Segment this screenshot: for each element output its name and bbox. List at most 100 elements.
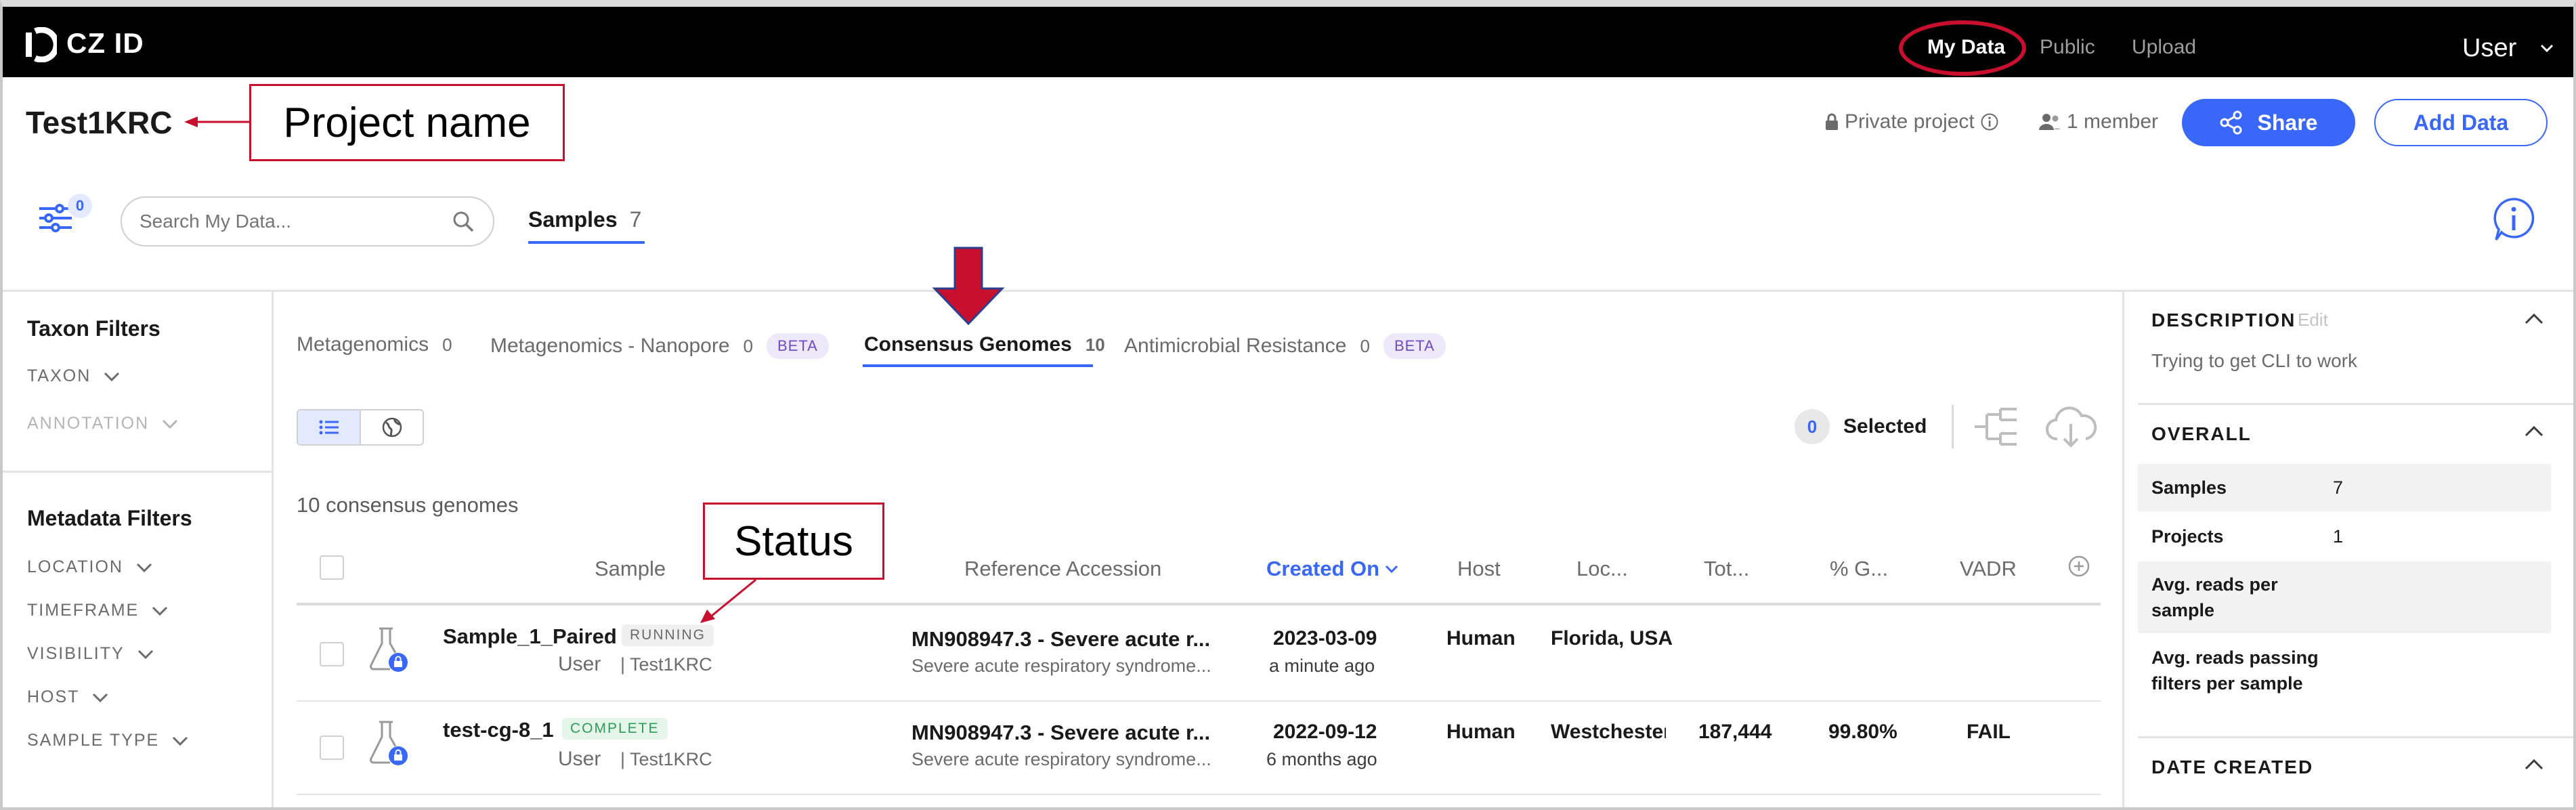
tab-consensus-genomes[interactable]: Consensus Genomes 10	[864, 333, 1105, 356]
privacy-indicator[interactable]: Private project	[1824, 110, 1999, 133]
chevron-up-icon[interactable]	[2524, 425, 2544, 438]
filter-visibility[interactable]: VISIBILITY	[27, 644, 154, 664]
host-value: Human	[1446, 721, 1516, 743]
chevron-down-icon[interactable]	[2539, 41, 2554, 56]
date-created-heading[interactable]: DATE CREATED	[2151, 756, 2313, 778]
column-header-total-reads[interactable]: Tot...	[1704, 557, 1749, 581]
view-toggle[interactable]	[297, 409, 424, 446]
description-heading[interactable]: DESCRIPTION	[2151, 310, 2296, 331]
sample-project: | Test1KRC	[620, 654, 712, 675]
members-indicator[interactable]: 1 member	[2038, 110, 2158, 133]
sample-name[interactable]: test-cg-8_1	[443, 718, 554, 742]
flask-lock-icon	[369, 627, 408, 672]
cloud-download-icon[interactable]	[2044, 404, 2098, 450]
column-header-location[interactable]: Loc...	[1576, 557, 1628, 581]
reference-description: Severe acute respiratory syndrome...	[911, 656, 1211, 676]
add-column-icon[interactable]	[2067, 554, 2091, 578]
top-nav: CZ ID My Data Public Upload User	[0, 7, 2576, 77]
map-view-button[interactable]	[361, 410, 423, 444]
stat-row-samples: Samples 7	[2138, 464, 2551, 511]
tab-samples[interactable]: Samples 7	[528, 207, 641, 232]
tab-amr-count: 0	[1360, 335, 1370, 356]
tab-antimicrobial-resistance[interactable]: Antimicrobial Resistance 0 BETA	[1124, 333, 1446, 359]
metadata-filters-heading: Metadata Filters	[27, 506, 192, 530]
sidebar-divider	[0, 471, 274, 473]
phylogenetic-tree-icon[interactable]	[1972, 405, 2021, 448]
stat-label: Projects	[2151, 526, 2224, 547]
chevron-down-icon	[136, 563, 152, 572]
czid-logo-icon[interactable]	[24, 27, 57, 62]
tab-samples-count: 7	[629, 207, 642, 232]
sample-name[interactable]: Sample_1_Paired	[443, 624, 617, 649]
add-data-button[interactable]: Add Data	[2374, 99, 2548, 146]
active-workflow-indicator	[863, 364, 1093, 367]
row-divider	[297, 700, 2101, 702]
location-value: Westchester	[1551, 721, 1666, 743]
stat-label: Avg. reads passing filters per sample	[2151, 647, 2319, 694]
stat-label: Samples	[2151, 477, 2227, 498]
select-all-checkbox[interactable]	[320, 555, 344, 580]
filter-timeframe-label: TIMEFRAME	[27, 601, 139, 620]
row-checkbox[interactable]	[320, 736, 344, 760]
status-badge: RUNNING	[622, 624, 714, 646]
search-field[interactable]	[121, 196, 494, 247]
chevron-down-icon	[104, 372, 120, 381]
column-header-host[interactable]: Host	[1457, 557, 1501, 581]
search-input[interactable]	[139, 211, 451, 232]
column-header-reference[interactable]: Reference Accession	[964, 557, 1161, 581]
list-view-button[interactable]	[298, 410, 361, 444]
active-tab-indicator	[528, 241, 645, 244]
info-icon[interactable]	[2492, 196, 2535, 244]
total-reads-value: 187,444	[1698, 721, 1772, 743]
nav-public[interactable]: Public	[2040, 36, 2095, 59]
annotation-arrow	[700, 578, 756, 623]
logo-text[interactable]: CZ ID	[66, 27, 144, 60]
filter-annotation[interactable]: ANNOTATION	[27, 414, 179, 433]
flask-lock-icon	[369, 721, 408, 765]
share-button[interactable]: Share	[2182, 99, 2355, 146]
tab-amr-label: Antimicrobial Resistance	[1124, 335, 1347, 357]
chevron-down-icon	[163, 419, 178, 429]
nav-upload[interactable]: Upload	[2132, 36, 2196, 59]
chevron-up-icon[interactable]	[2524, 312, 2544, 326]
column-header-created-on[interactable]: Created On	[1266, 557, 1398, 581]
sample-user: User	[558, 653, 601, 675]
filter-sample-type[interactable]: SAMPLE TYPE	[27, 731, 189, 750]
column-header-vadr[interactable]: VADR	[1960, 557, 2017, 581]
filter-annotation-label: ANNOTATION	[27, 414, 150, 433]
row-checkbox[interactable]	[320, 642, 344, 666]
chevron-down-icon	[173, 736, 188, 746]
panel-divider	[2138, 736, 2576, 738]
status-annotation: Status	[703, 503, 884, 580]
annotation-arrow	[184, 116, 251, 127]
host-value: Human	[1446, 627, 1516, 649]
list-icon	[319, 420, 339, 435]
info-icon[interactable]	[1980, 112, 1999, 131]
filter-location[interactable]: LOCATION	[27, 557, 153, 577]
filter-taxon[interactable]: TAXON	[27, 366, 121, 386]
chevron-down-icon	[137, 649, 153, 659]
privacy-label: Private project	[1845, 110, 1975, 133]
project-title: Test1KRC	[26, 105, 173, 140]
tab-metagenomics-nanopore[interactable]: Metagenomics - Nanopore 0 BETA	[490, 333, 829, 359]
status-badge: COMPLETE	[562, 718, 668, 740]
tab-nanopore-label: Metagenomics - Nanopore	[490, 335, 730, 357]
created-date: 2022-09-12	[1273, 721, 1377, 743]
tab-consensus-count: 10	[1085, 334, 1105, 355]
column-header-sample[interactable]: Sample	[595, 557, 666, 581]
chevron-up-icon[interactable]	[2524, 758, 2544, 771]
my-data-highlight-annotation	[1899, 20, 2026, 76]
user-menu[interactable]: User	[2462, 34, 2516, 63]
edit-description-link[interactable]: Edit	[2298, 310, 2328, 331]
sample-user: User	[558, 748, 601, 770]
created-date: 2023-03-09	[1273, 627, 1377, 649]
column-header-percent-genome[interactable]: % G...	[1830, 557, 1888, 581]
reference-description: Severe acute respiratory syndrome...	[911, 749, 1211, 769]
overall-heading[interactable]: OVERALL	[2151, 423, 2252, 445]
reference-accession: MN908947.3 - Severe acute r...	[911, 721, 1211, 744]
search-icon[interactable]	[451, 209, 475, 234]
filter-host[interactable]: HOST	[27, 687, 109, 707]
filter-timeframe[interactable]: TIMEFRAME	[27, 601, 169, 620]
tab-metagenomics[interactable]: Metagenomics 0	[297, 333, 452, 356]
created-relative: 6 months ago	[1266, 749, 1377, 769]
